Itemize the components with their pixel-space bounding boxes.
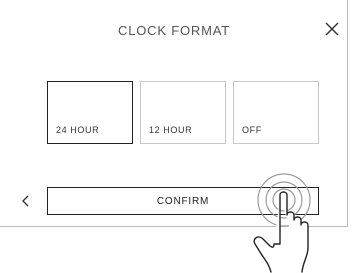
- screen: CLOCK FORMAT 24 HOUR 12 HOUR OFF CONFIRM: [0, 0, 358, 273]
- back-button[interactable]: [19, 191, 33, 211]
- clock-format-dialog: CLOCK FORMAT 24 HOUR 12 HOUR OFF CONFIRM: [0, 0, 348, 227]
- option-off[interactable]: OFF: [233, 81, 319, 144]
- chevron-left-icon: [22, 195, 29, 207]
- option-label: 12 HOUR: [149, 125, 193, 135]
- close-icon: [325, 22, 339, 36]
- confirm-label: CONFIRM: [156, 196, 210, 207]
- dialog-title: CLOCK FORMAT: [118, 23, 230, 38]
- confirm-button[interactable]: CONFIRM: [47, 187, 319, 215]
- option-label: OFF: [242, 125, 262, 135]
- option-label: 24 HOUR: [56, 125, 100, 135]
- close-button[interactable]: [323, 20, 341, 38]
- option-12-hour[interactable]: 12 HOUR: [140, 81, 226, 144]
- option-24-hour[interactable]: 24 HOUR: [47, 81, 133, 144]
